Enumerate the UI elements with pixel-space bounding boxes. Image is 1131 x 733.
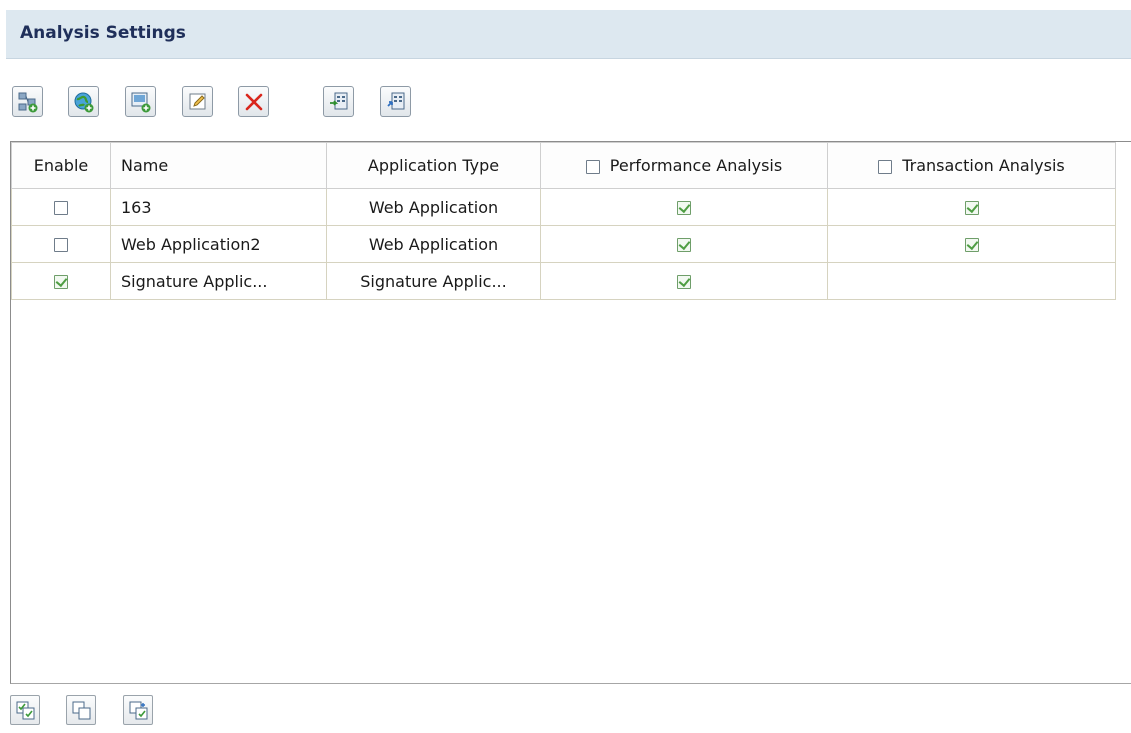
select-all-icon [16, 701, 35, 720]
add-web-application-button[interactable] [68, 86, 99, 117]
analysis-table-container: Enable Name Application Type Performance… [10, 141, 1131, 684]
performance-analysis-cell [540, 188, 828, 226]
name-cell: Web Application2 [110, 225, 327, 263]
screen-add-icon [131, 92, 151, 113]
table-header-row: Enable Name Application Type Performance… [11, 142, 1116, 189]
application-type-cell: Web Application [326, 225, 541, 263]
deselect-all-button[interactable] [66, 695, 96, 725]
application-type-cell: Web Application [326, 188, 541, 226]
enable-cell [11, 188, 111, 226]
add-server-button[interactable] [12, 86, 43, 117]
edit-button[interactable] [182, 86, 213, 117]
delete-button[interactable] [238, 86, 269, 117]
column-header-enable[interactable]: Enable [11, 142, 111, 189]
enable-cell [11, 225, 111, 263]
panel-header: Analysis Settings [6, 10, 1131, 59]
enable-checkbox[interactable] [54, 201, 68, 215]
column-header-performance-analysis[interactable]: Performance Analysis [540, 142, 828, 189]
table-row[interactable]: Web Application2 Web Application [11, 225, 1116, 263]
enable-checkbox[interactable] [54, 275, 68, 289]
enable-checkbox[interactable] [54, 238, 68, 252]
column-header-transaction-analysis[interactable]: Transaction Analysis [827, 142, 1116, 189]
performance-analysis-cell [540, 225, 828, 263]
add-signature-application-button[interactable] [125, 86, 156, 117]
performance-analysis-header-label: Performance Analysis [609, 156, 783, 175]
transaction-analysis-checkbox[interactable] [964, 201, 979, 215]
network-add-icon [18, 92, 38, 113]
name-cell: Signature Applic... [110, 262, 327, 300]
transaction-analysis-checkbox[interactable] [964, 238, 979, 252]
enable-cell [11, 262, 111, 300]
invert-selection-button[interactable] [123, 695, 153, 725]
invert-selection-icon [129, 701, 148, 720]
transaction-analysis-select-all-checkbox[interactable] [878, 159, 893, 174]
transaction-analysis-cell [827, 188, 1116, 226]
column-header-name[interactable]: Name [110, 142, 327, 189]
delete-x-icon [245, 93, 263, 111]
deselect-all-icon [72, 701, 91, 720]
export-button[interactable] [380, 86, 411, 117]
edit-icon [189, 93, 206, 110]
performance-analysis-checkbox[interactable] [677, 238, 691, 252]
select-all-button[interactable] [10, 695, 40, 725]
import-icon [330, 92, 348, 110]
name-cell: 163 [110, 188, 327, 226]
panel-title: Analysis Settings [20, 23, 186, 43]
export-icon [387, 92, 405, 110]
performance-analysis-select-all-checkbox[interactable] [585, 159, 600, 174]
import-button[interactable] [323, 86, 354, 117]
column-header-application-type[interactable]: Application Type [326, 142, 541, 189]
globe-add-icon [74, 92, 94, 113]
performance-analysis-checkbox[interactable] [677, 275, 691, 289]
transaction-analysis-cell [827, 262, 1116, 300]
transaction-analysis-cell [827, 225, 1116, 263]
performance-analysis-checkbox[interactable] [677, 201, 691, 215]
application-type-cell: Signature Applic... [326, 262, 541, 300]
table-row[interactable]: Signature Applic... Signature Applic... [11, 262, 1116, 300]
analysis-table: Enable Name Application Type Performance… [11, 142, 1116, 300]
performance-analysis-cell [540, 262, 828, 300]
transaction-analysis-header-label: Transaction Analysis [902, 156, 1065, 175]
table-row[interactable]: 163 Web Application [11, 188, 1116, 226]
